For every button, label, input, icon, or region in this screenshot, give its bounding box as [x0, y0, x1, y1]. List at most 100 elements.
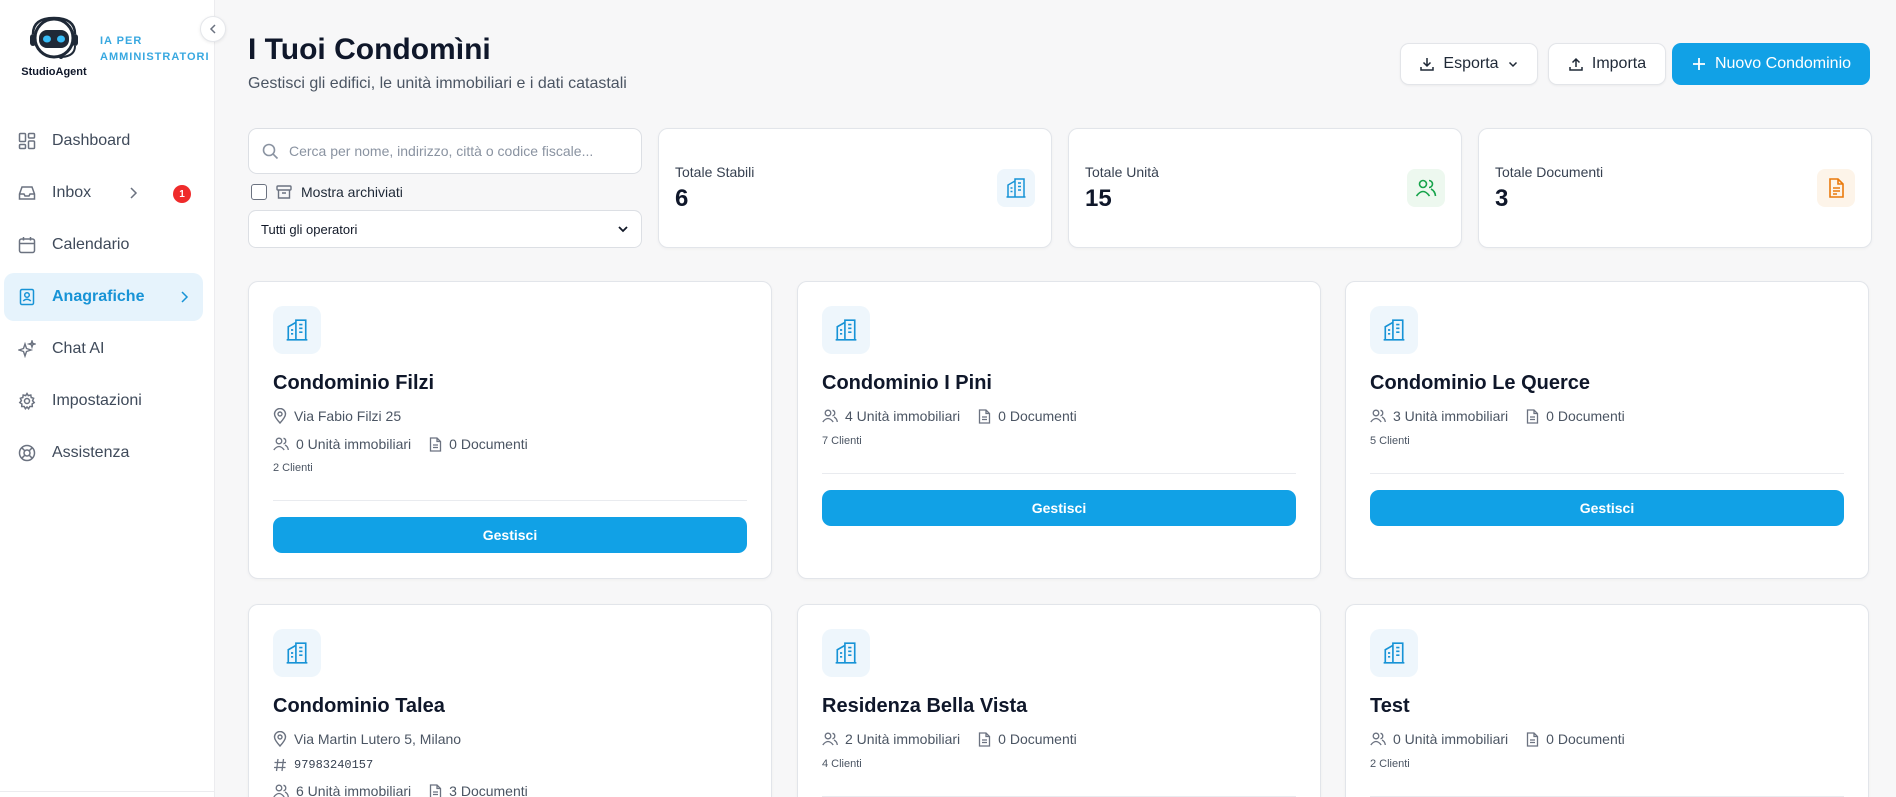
card-stats: 0 Unità immobiliari 0 Documenti [1370, 729, 1643, 749]
card-title: Condominio Le Querce [1370, 372, 1591, 394]
card-stats: 3 Unità immobiliari 0 Documenti [1370, 406, 1643, 426]
export-button-label: Esporta [1443, 55, 1499, 72]
card-clients: 4 Clienti [822, 758, 862, 770]
sidebar-item-label: Impostazioni [52, 392, 142, 409]
document-icon [430, 783, 442, 797]
document-icon [1817, 169, 1855, 207]
sidebar-item-chat-ai[interactable]: Chat AI [4, 325, 203, 373]
building-icon [273, 629, 321, 677]
hash-icon [274, 758, 286, 772]
import-button[interactable]: Importa [1548, 43, 1666, 85]
sparkles-icon [17, 339, 37, 359]
users-icon [1370, 409, 1386, 423]
stat-label: Totale Documenti [1495, 164, 1604, 180]
building-icon [273, 306, 321, 354]
map-pin-icon [273, 731, 287, 747]
building-icon [822, 629, 870, 677]
sidebar-item-label: Calendario [52, 236, 130, 253]
users-icon [1407, 169, 1445, 207]
show-archived-checkbox[interactable] [251, 184, 267, 200]
card-stats: 4 Unità immobiliari 0 Documenti [822, 406, 1095, 426]
plus-icon [1692, 58, 1705, 70]
sidebar-item-label: Assistenza [52, 444, 130, 461]
users-icon [822, 409, 838, 423]
document-icon [979, 731, 991, 747]
building-icon [822, 306, 870, 354]
export-button[interactable]: Esporta [1400, 43, 1538, 85]
document-icon [1527, 731, 1539, 747]
card-title: Condominio Talea [273, 695, 445, 717]
stat-label: Totale Unità [1085, 164, 1159, 180]
dashboard-grid-icon [17, 131, 37, 151]
lifebuoy-icon [17, 443, 37, 463]
sidebar-footer [0, 791, 215, 797]
condominio-card-bella-vista[interactable]: Residenza Bella Vista 2 Unità immobiliar… [797, 604, 1321, 797]
search-box [248, 128, 642, 174]
card-clients: 7 Clienti [822, 435, 862, 447]
document-icon [430, 436, 442, 452]
sidebar-item-label: Anagrafiche [52, 288, 145, 305]
card-clients: 2 Clienti [1370, 758, 1410, 770]
card-title: Residenza Bella Vista [822, 695, 1028, 717]
stat-value: 3 [1495, 185, 1509, 212]
stat-card-unita: Totale Unità 15 [1068, 128, 1462, 248]
robot-headset-icon [30, 16, 78, 59]
stat-card-stabili: Totale Stabili 6 [658, 128, 1052, 248]
chevron-right-icon [128, 186, 138, 205]
condominio-card-filzi[interactable]: Condominio Filzi Via Fabio Filzi 25 0 Un… [248, 281, 772, 579]
show-archived-toggle[interactable]: Mostra archiviati [251, 183, 403, 201]
condominio-card-i-pini[interactable]: Condominio I Pini 4 Unità immobiliari 0 … [797, 281, 1321, 579]
sidebar-item-inbox[interactable]: Inbox 1 [4, 169, 203, 217]
manage-button[interactable]: Gestisci [1370, 490, 1844, 526]
download-icon [1420, 58, 1435, 71]
sidebar-item-impostazioni[interactable]: Impostazioni [4, 377, 203, 425]
new-condominio-button[interactable]: Nuovo Condominio [1672, 43, 1870, 85]
operator-select[interactable]: Tutti gli operatori [248, 210, 642, 248]
sidebar-item-calendario[interactable]: Calendario [4, 221, 203, 269]
card-title: Test [1370, 695, 1410, 717]
users-icon [273, 437, 289, 451]
archive-box-icon [276, 185, 292, 199]
users-icon [1370, 732, 1386, 746]
sidebar-item-dashboard[interactable]: Dashboard [4, 117, 203, 165]
new-condominio-label: Nuovo Condominio [1714, 55, 1852, 72]
condominio-card-le-querce[interactable]: Condominio Le Querce 3 Unità immobiliari… [1345, 281, 1869, 579]
building-icon [997, 169, 1035, 207]
inbox-icon [17, 183, 37, 203]
inbox-unread-badge: 1 [173, 185, 191, 203]
contacts-book-icon [17, 287, 37, 307]
document-icon [979, 408, 991, 424]
sidebar-item-assistenza[interactable]: Assistenza [4, 429, 203, 477]
manage-button[interactable]: Gestisci [822, 490, 1296, 526]
card-title: Condominio Filzi [273, 372, 435, 394]
sidebar-item-anagrafiche[interactable]: Anagrafiche [4, 273, 203, 321]
operator-select-value: Tutti gli operatori [261, 221, 358, 237]
search-input[interactable] [289, 143, 619, 159]
stat-value: 6 [675, 185, 689, 212]
card-address: Via Martin Lutero 5, Milano [273, 729, 461, 749]
sidebar-item-label: Inbox [52, 184, 92, 201]
card-clients: 2 Clienti [273, 462, 313, 474]
chevron-down-icon [618, 226, 628, 233]
condominio-card-talea[interactable]: Condominio Talea Via Martin Lutero 5, Mi… [248, 604, 772, 797]
stat-label: Totale Stabili [675, 164, 755, 180]
building-icon [1370, 629, 1418, 677]
card-stats: 2 Unità immobiliari 0 Documenti [822, 729, 1095, 749]
brand-tagline: IA PER AMMINISTRATORI [100, 35, 210, 63]
sidebar-collapse-button[interactable] [200, 16, 226, 42]
stat-value: 15 [1085, 185, 1112, 212]
studioagent-logo[interactable]: StudioAgent [18, 16, 90, 82]
calendar-icon [17, 235, 37, 255]
manage-button[interactable]: Gestisci [273, 517, 747, 553]
card-stats: 0 Unità immobiliari 0 Documenti [273, 434, 546, 454]
stat-card-documenti: Totale Documenti 3 [1478, 128, 1872, 248]
card-divider [1370, 473, 1844, 474]
users-icon [822, 732, 838, 746]
card-address: Via Fabio Filzi 25 [273, 406, 401, 426]
condominio-card-test[interactable]: Test 0 Unità immobiliari 0 Documenti 2 C… [1345, 604, 1869, 797]
sidebar-nav: Dashboard Inbox 1 Calendario Anagrafiche [4, 117, 203, 481]
card-clients: 5 Clienti [1370, 435, 1410, 447]
card-title: Condominio I Pini [822, 372, 992, 394]
chevron-left-icon [209, 24, 216, 34]
search-icon [262, 143, 279, 159]
